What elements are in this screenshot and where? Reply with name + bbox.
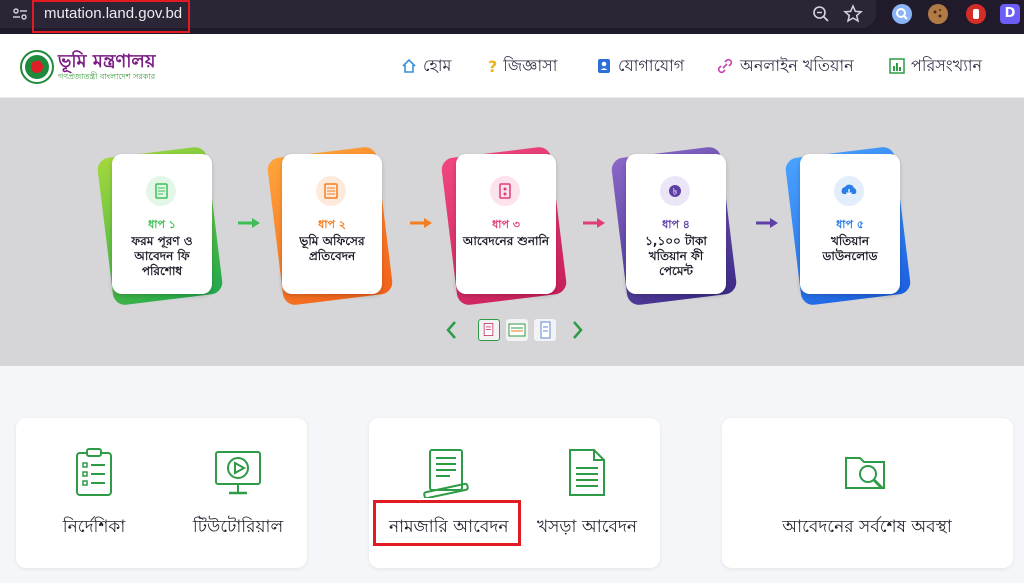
nav-contact-label: যোগাযোগ <box>618 55 685 75</box>
step-card-face: ধাপ ৩ আবেদনের শুনানি <box>456 154 556 294</box>
tutorial-label: টিউটোরিয়াল <box>192 517 284 537</box>
slider-thumbnail-1[interactable] <box>478 319 500 341</box>
question-icon: ? <box>488 56 498 76</box>
nav-statistics-label: পরিসংখ্যান <box>911 55 983 75</box>
magnifier-extension-icon[interactable] <box>892 4 912 24</box>
link-icon <box>717 58 733 74</box>
site-header: ভূমি মন্ত্রণালয় গণপ্রজাতন্ত্রী বাংলাদেশ… <box>0 34 1024 98</box>
slider-thumbnail-2[interactable] <box>506 319 528 341</box>
contact-icon <box>598 59 610 73</box>
application-status-link[interactable]: আবেদনের সর্বশেষ অবস্থা <box>772 452 962 542</box>
step-card-1[interactable]: ধাপ ১ ফরম পূরণ ও আবেদন ফি পরিশোধ <box>96 145 224 307</box>
step-number: ধাপ ১ <box>148 218 176 231</box>
step-title: আবেদনের শুনানি <box>462 234 550 248</box>
step-card-3[interactable]: ধাপ ৩ আবেদনের শুনানি <box>440 145 568 307</box>
folder-search-icon <box>845 457 885 490</box>
payment-icon: ৳ <box>660 176 690 206</box>
hearing-icon <box>490 176 520 206</box>
application-form-icon <box>423 449 469 500</box>
cookie-extension-icon[interactable] <box>928 4 948 24</box>
browser-toolbar: mutation.land.gov.bd D <box>0 0 1024 34</box>
step-card-face: ধাপ ২ ভূমি অফিসের প্রতিবেদন <box>282 154 382 294</box>
checklist-icon <box>76 448 112 496</box>
site-info-icon[interactable] <box>12 6 30 26</box>
form-icon <box>146 176 176 206</box>
arrow-right-icon <box>238 218 260 228</box>
step-title: খতিয়ান ডাউনলোড <box>822 234 878 263</box>
nav-contact[interactable]: যোগাযোগ <box>596 54 684 78</box>
step-number: ধাপ ৩ <box>492 218 520 231</box>
draft-application-link[interactable]: খসড়া আবেদন <box>537 448 637 542</box>
step-number: ধাপ ৫ <box>836 218 864 231</box>
download-icon <box>834 176 864 206</box>
slider-prev-chevron-icon[interactable] <box>445 320 457 340</box>
application-status-label: আবেদনের সর্বশেষ অবস্থা <box>782 517 952 537</box>
bookmark-star-icon[interactable] <box>843 4 863 24</box>
nav-home[interactable]: হোম <box>401 54 451 78</box>
slider-next-chevron-icon[interactable] <box>572 320 584 340</box>
stop-hand-extension-icon[interactable] <box>966 4 986 24</box>
status-card: আবেদনের সর্বশেষ অবস্থা <box>722 418 1013 568</box>
home-icon <box>402 58 416 73</box>
brand-subtitle: গণপ্রজাতন্ত্রী বাংলাদেশ সরকার <box>58 72 156 81</box>
mutation-highlight-box <box>373 500 521 546</box>
d-extension-icon[interactable]: D <box>1000 4 1020 24</box>
government-logo-icon[interactable] <box>20 50 54 84</box>
nav-statistics[interactable]: পরিসংখ্যান <box>889 54 982 78</box>
arrow-right-icon <box>756 218 778 228</box>
step-number: ধাপ ২ <box>318 218 346 231</box>
step-title: ১,১০০ টাকা খতিয়ান ফী পেমেন্ট <box>645 234 707 278</box>
step-card-face: ৳ ধাপ ৪ ১,১০০ টাকা খতিয়ান ফী পেমেন্ট <box>626 154 726 294</box>
report-icon <box>316 176 346 206</box>
step-card-face: ধাপ ১ ফরম পূরণ ও আবেদন ফি পরিশোধ <box>112 154 212 294</box>
slider-thumbnail-3[interactable] <box>534 319 556 341</box>
draft-application-label: খসড়া আবেদন <box>537 517 638 537</box>
url-highlight-box <box>32 0 190 33</box>
step-card-face: ধাপ ৫ খতিয়ান ডাউনলোড <box>800 154 900 294</box>
nav-faq[interactable]: ? জিজ্ঞাসা <box>488 54 557 78</box>
video-tutorial-icon <box>215 451 261 495</box>
arrow-right-icon <box>583 218 605 228</box>
arrow-right-icon <box>410 218 432 228</box>
tutorial-link[interactable]: টিউটোরিয়াল <box>188 448 288 542</box>
step-title: ফরম পূরণ ও আবেদন ফি পরিশোধ <box>131 234 193 278</box>
step-card-5[interactable]: ধাপ ৫ খতিয়ান ডাউনলোড <box>784 145 912 307</box>
draft-document-icon <box>569 449 605 496</box>
process-steps-banner: ধাপ ১ ফরম পূরণ ও আবেদন ফি পরিশোধ ধাপ ২ ভ… <box>0 98 1024 366</box>
nav-home-label: হোম <box>423 55 452 75</box>
step-title: ভূমি অফিসের প্রতিবেদন <box>299 234 365 263</box>
svg-text:৳: ৳ <box>673 188 678 198</box>
step-card-2[interactable]: ধাপ ২ ভূমি অফিসের প্রতিবেদন <box>266 145 394 307</box>
zoom-icon[interactable] <box>812 5 830 23</box>
nav-online-khatian[interactable]: অনলাইন খতিয়ান <box>716 54 854 78</box>
step-number: ধাপ ৪ <box>662 218 690 231</box>
nav-online-khatian-label: অনলাইন খতিয়ান <box>740 55 854 75</box>
nav-faq-label: জিজ্ঞাসা <box>503 55 558 75</box>
step-card-4[interactable]: ৳ ধাপ ৪ ১,১০০ টাকা খতিয়ান ফী পেমেন্ট <box>610 145 738 307</box>
guide-link[interactable]: নির্দেশিকা <box>54 448 134 542</box>
resources-card: নির্দেশিকা টিউটোরিয়াল <box>16 418 307 568</box>
guide-label: নির্দেশিকা <box>62 517 126 537</box>
statistics-icon <box>889 58 905 74</box>
